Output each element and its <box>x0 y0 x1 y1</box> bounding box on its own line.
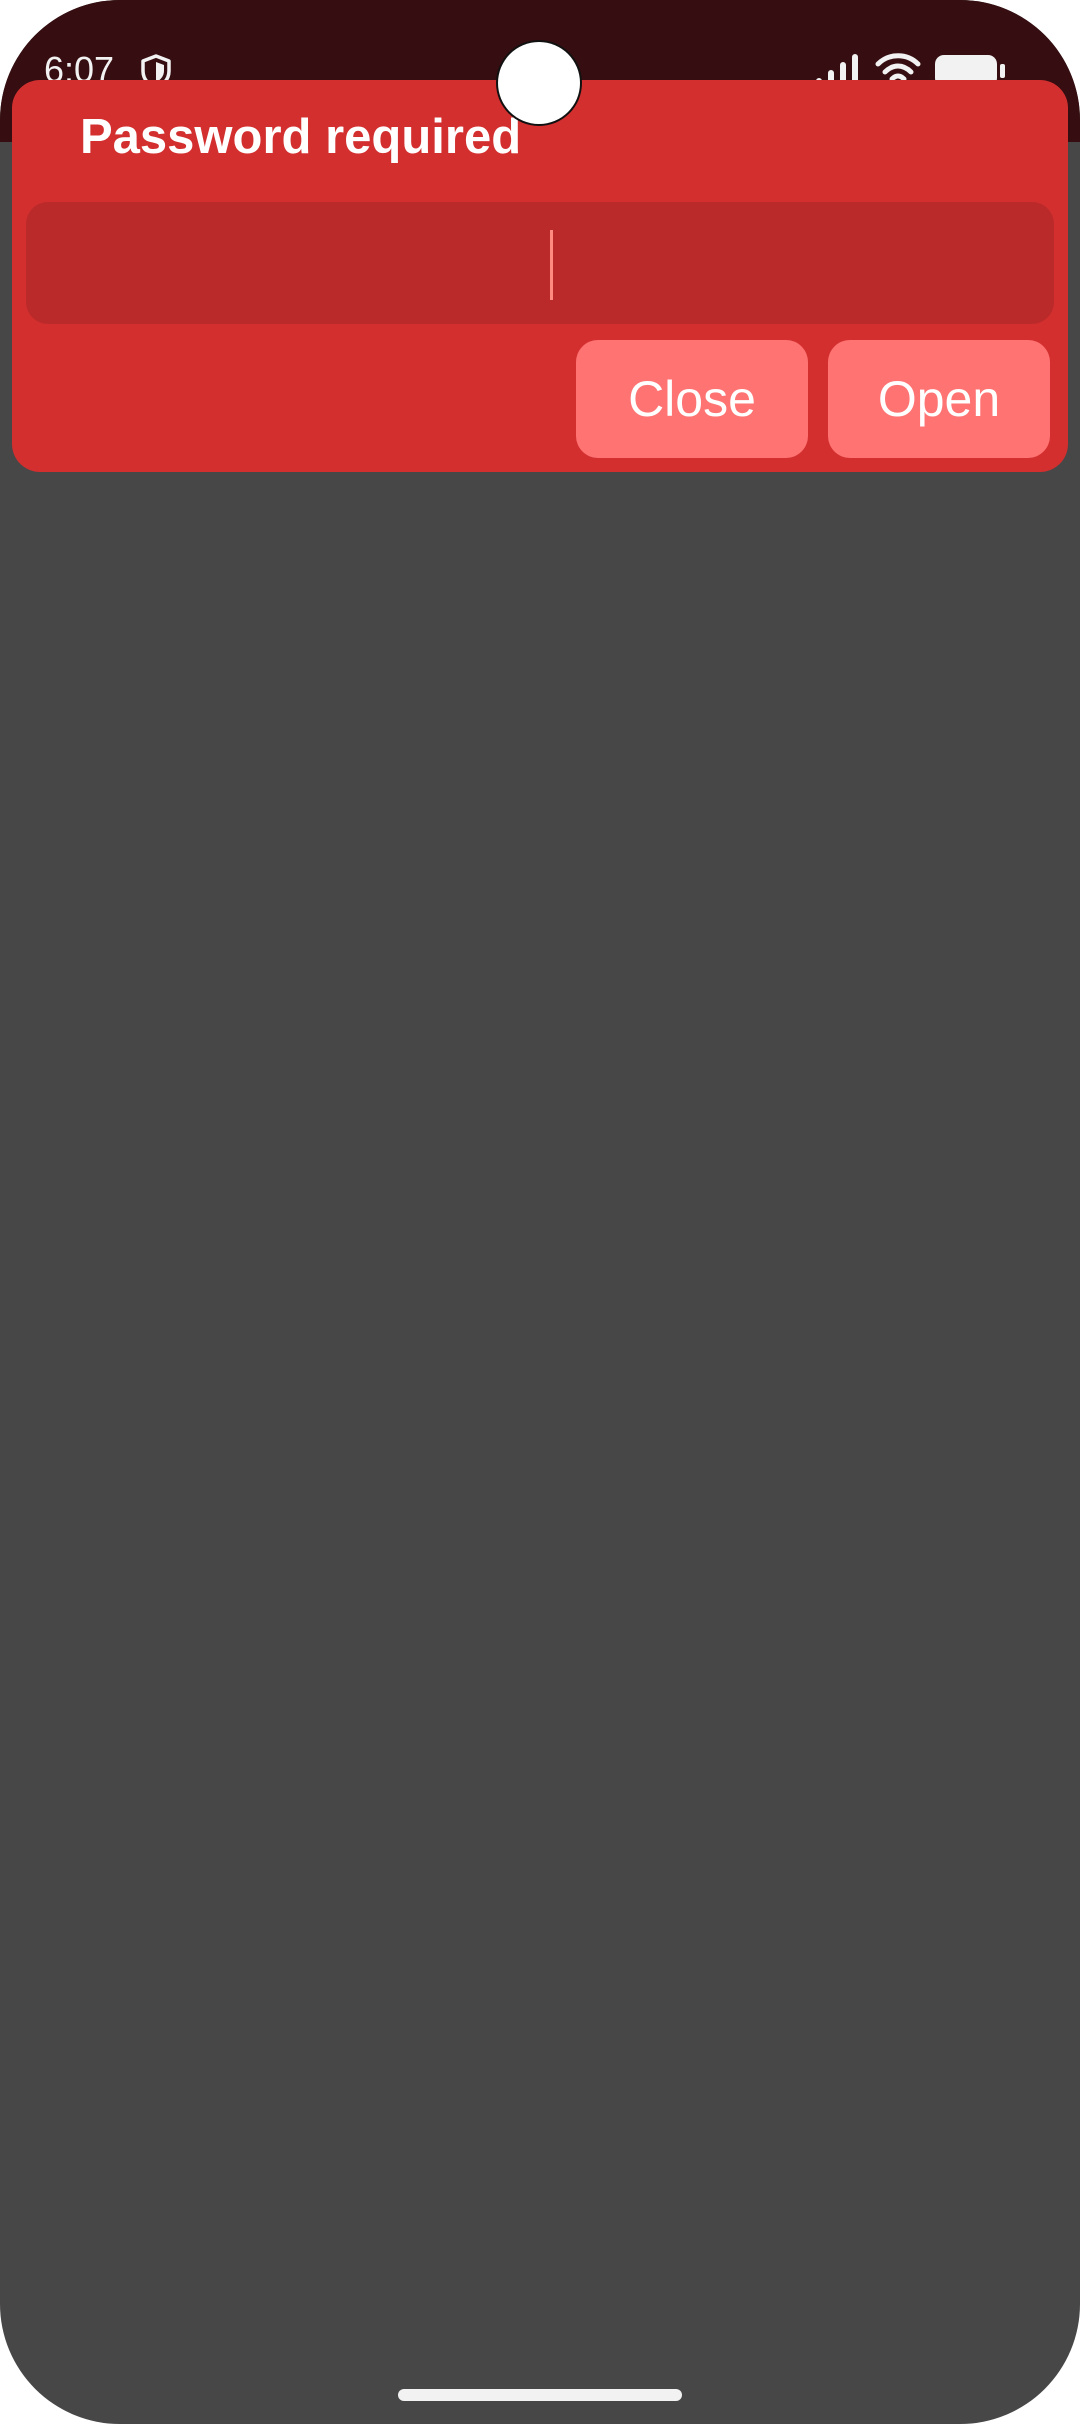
password-dialog: Password required Close Open <box>12 80 1068 472</box>
front-camera-cutout <box>498 42 580 124</box>
password-input[interactable] <box>26 202 1054 324</box>
phone-screen: 6:07 Password required Close Open <box>0 0 1080 2424</box>
close-button[interactable]: Close <box>576 340 808 458</box>
dialog-title: Password required <box>80 110 522 164</box>
home-indicator[interactable] <box>398 2389 682 2401</box>
open-button[interactable]: Open <box>828 340 1050 458</box>
text-cursor <box>550 230 553 300</box>
